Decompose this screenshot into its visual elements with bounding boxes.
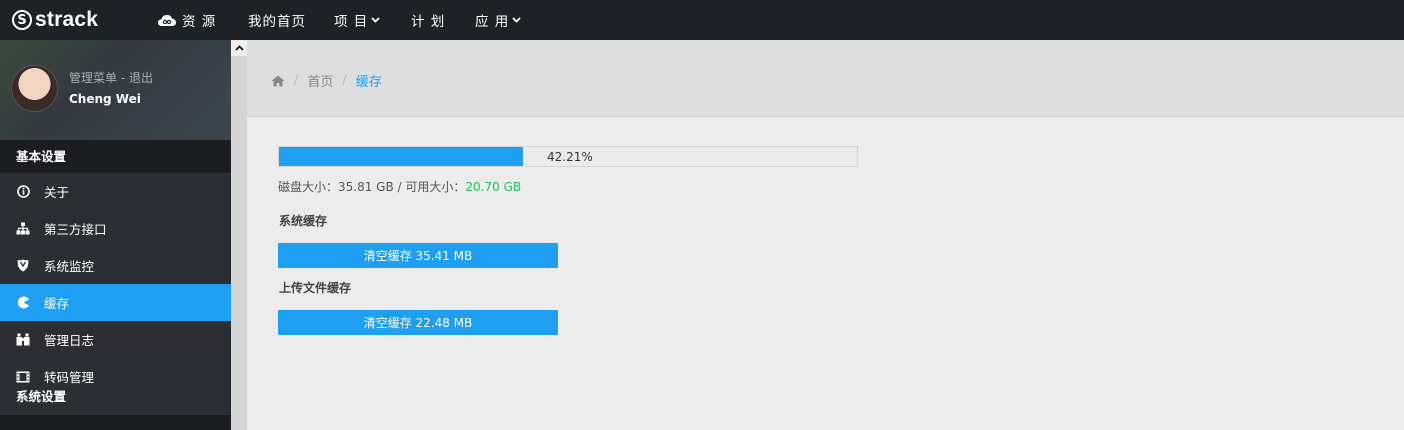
section-system-settings[interactable]: 系统设置 [16, 386, 66, 405]
sidebar-item-label: 系统监控 [44, 259, 95, 274]
breadcrumb-separator: / [342, 73, 347, 88]
nav-project[interactable]: 项 目 [334, 0, 380, 40]
nav-apps-label: 应 用 [475, 14, 510, 30]
breadcrumb: / 首页 / 缓存 [271, 71, 382, 90]
nav-resources[interactable]: 资 源 [157, 0, 216, 40]
chevron-down-icon [371, 17, 380, 23]
nav-project-label: 项 目 [334, 14, 369, 30]
disk-info-divider: / [393, 180, 406, 194]
sidebar-item-label: 第三方接口 [44, 222, 107, 237]
sidebar-item-system-monitor[interactable]: 系统监控 [0, 247, 231, 284]
breadcrumb-current: 缓存 [355, 75, 382, 90]
binoculars-icon [16, 333, 30, 347]
profile-menu-link[interactable]: 管理菜单 - 退出 [69, 69, 153, 86]
sidebar-scrollbar[interactable] [231, 40, 247, 430]
sidebar-item-label: 缓存 [44, 296, 70, 311]
breadcrumb-bar: / 首页 / 缓存 [247, 40, 1404, 117]
shield-icon [16, 259, 30, 273]
upload-cache-title: 上传文件缓存 [279, 281, 352, 295]
pie-icon [16, 296, 30, 310]
nav-apps[interactable]: 应 用 [475, 0, 521, 40]
sidebar-item-label: 关于 [44, 185, 70, 200]
breadcrumb-separator: / [294, 73, 299, 88]
profile-panel: 管理菜单 - 退出 Cheng Wei [0, 40, 231, 140]
sidebar: 管理菜单 - 退出 Cheng Wei 基本设置 关于 第三方接口 系统监控 缓… [0, 40, 231, 430]
sidebar-item-label: 管理日志 [44, 333, 95, 348]
disk-free-label: 可用大小： [405, 180, 466, 194]
sidebar-item-third-party-api[interactable]: 第三方接口 [0, 210, 231, 247]
chevron-up-icon [234, 45, 244, 51]
sidebar-item-admin-log[interactable]: 管理日志 [0, 321, 231, 358]
sidebar-item-about[interactable]: 关于 [0, 173, 231, 210]
profile-name: Cheng Wei [69, 92, 141, 106]
disk-usage-percent: 42.21% [547, 150, 593, 164]
logo-mark: S [12, 10, 32, 30]
sidebar-item-cache[interactable]: 缓存 [0, 284, 231, 321]
sitemap-icon [16, 222, 30, 236]
nav-my-home-label: 我的首页 [248, 14, 306, 30]
section-system-settings-bar [0, 415, 231, 430]
app-logo[interactable]: S strack [12, 8, 98, 32]
top-navbar: S strack 资 源 我的首页 项 目 计 划 应 用 [0, 0, 1404, 40]
disk-size-value: 35.81 GB [338, 180, 394, 194]
cloud-icon [158, 15, 176, 26]
breadcrumb-home[interactable]: 首页 [307, 71, 333, 90]
clear-system-cache-button[interactable]: 清空缓存 35.41 MB [278, 243, 558, 268]
disk-free-value: 20.70 GB [465, 180, 522, 194]
nav-resources-label: 资 源 [182, 14, 217, 30]
scroll-up-arrow[interactable] [231, 40, 247, 56]
disk-usage-progress-fill [279, 147, 523, 166]
nav-plan-label: 计 划 [411, 14, 446, 30]
nav-my-home[interactable]: 我的首页 [248, 0, 306, 40]
section-basic-settings[interactable]: 基本设置 [0, 140, 231, 173]
nav-plan[interactable]: 计 划 [411, 0, 445, 40]
disk-info: 磁盘大小：35.81 GB / 可用大小：20.70 GB [278, 178, 521, 195]
logo-text: strack [35, 8, 99, 31]
chevron-down-icon [512, 17, 521, 23]
disk-usage-progress: 42.21% [278, 146, 858, 167]
sidebar-item-label: 转码管理 [44, 370, 95, 385]
film-icon [16, 370, 30, 384]
disk-size-label: 磁盘大小： [278, 180, 339, 194]
system-cache-title: 系统缓存 [279, 214, 328, 228]
info-icon [16, 185, 30, 199]
clear-upload-cache-button[interactable]: 清空缓存 22.48 MB [278, 310, 558, 335]
avatar[interactable] [11, 65, 58, 112]
home-icon[interactable] [271, 75, 285, 87]
